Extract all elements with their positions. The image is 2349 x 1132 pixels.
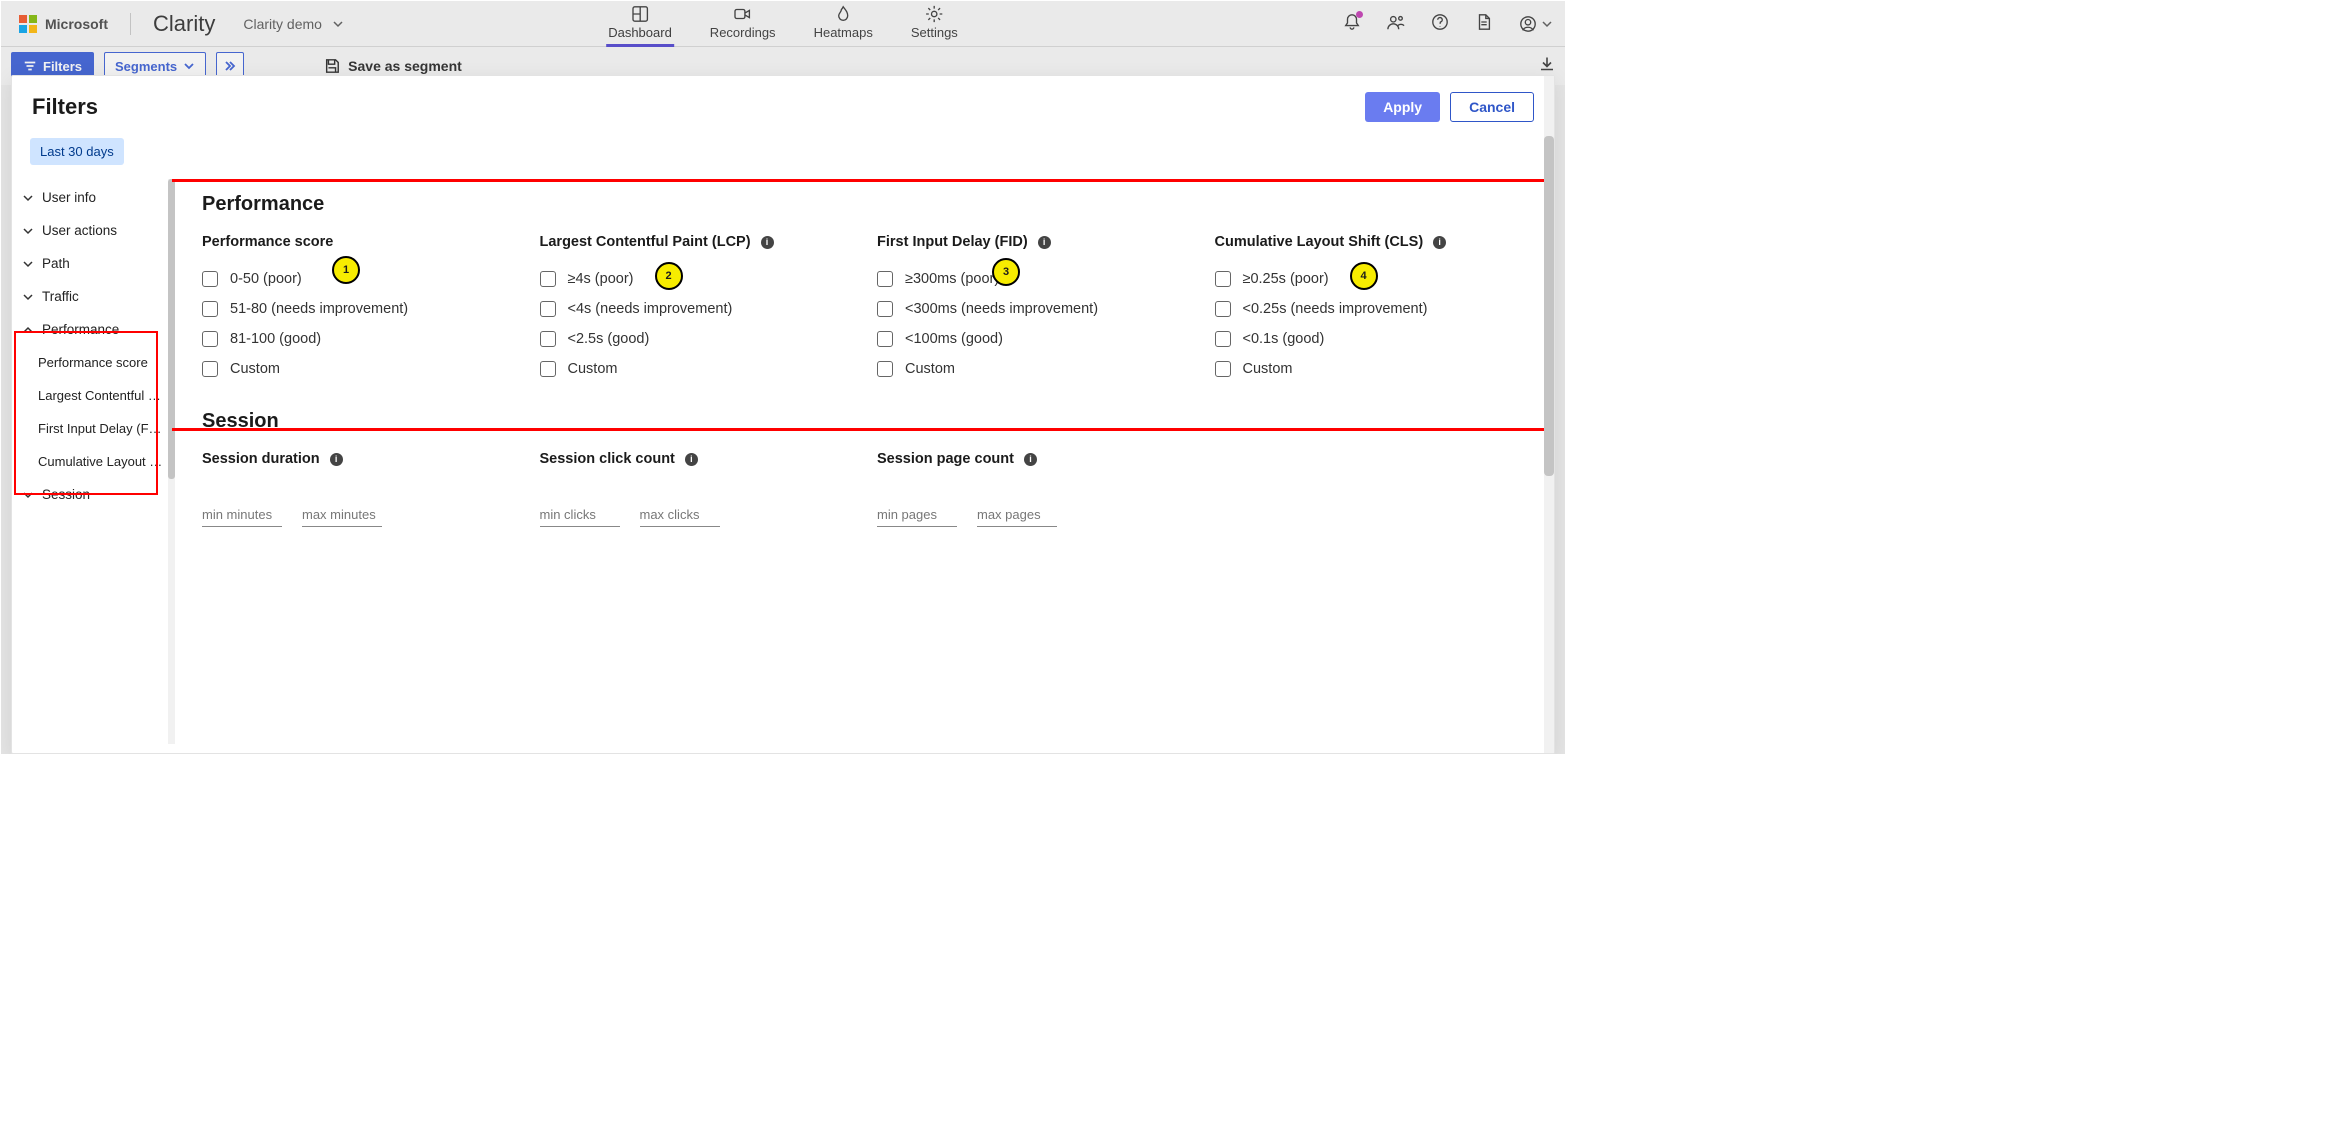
info-icon[interactable]: i xyxy=(1024,453,1037,466)
performance-grid: Performance score 0-50 (poor) 51-80 (nee… xyxy=(202,234,1532,384)
session-duration-title: Session durationi xyxy=(202,451,520,467)
perf-col-cls: Cumulative Layout Shift (CLS)i ≥0.25s (p… xyxy=(1215,234,1533,384)
checkbox[interactable] xyxy=(1215,271,1231,287)
session-pages-title: Session page counti xyxy=(877,451,1195,467)
checkbox[interactable] xyxy=(540,301,556,317)
checkbox[interactable] xyxy=(540,361,556,377)
session-col-duration: Session durationi xyxy=(202,451,520,527)
session-col-clicks: Session click counti xyxy=(540,451,858,527)
checkbox[interactable] xyxy=(202,361,218,377)
perf-score-opt-poor[interactable]: 0-50 (poor) xyxy=(202,264,520,294)
session-clicks-title: Session click counti xyxy=(540,451,858,467)
chevron-down-icon xyxy=(22,258,34,270)
fid-opt-needs[interactable]: <300ms (needs improvement) xyxy=(877,294,1195,324)
checkbox[interactable] xyxy=(540,271,556,287)
session-grid: Session durationi Session click counti xyxy=(202,451,1532,527)
filters-modal: Filters Apply Cancel Last 30 days User i… xyxy=(11,75,1555,754)
annotation-callout-1: 1 xyxy=(332,256,360,284)
session-pages-min-input[interactable] xyxy=(877,503,957,527)
info-icon[interactable]: i xyxy=(685,453,698,466)
checkbox[interactable] xyxy=(877,331,893,347)
lcp-opt-poor[interactable]: ≥4s (poor) xyxy=(540,264,858,294)
perf-col-fid: First Input Delay (FID)i ≥300ms (poor) <… xyxy=(877,234,1195,384)
checkbox[interactable] xyxy=(877,271,893,287)
fid-opt-good[interactable]: <100ms (good) xyxy=(877,324,1195,354)
chevron-down-icon xyxy=(22,225,34,237)
lcp-opt-custom[interactable]: Custom xyxy=(540,354,858,384)
checkbox[interactable] xyxy=(202,331,218,347)
apply-button[interactable]: Apply xyxy=(1365,92,1440,122)
lcp-opt-needs[interactable]: <4s (needs improvement) xyxy=(540,294,858,324)
checkbox[interactable] xyxy=(540,331,556,347)
sidebar-sub-fid[interactable]: First Input Delay (FID) xyxy=(12,412,171,445)
fid-opt-poor[interactable]: ≥300ms (poor) xyxy=(877,264,1195,294)
perf-score-opt-needs[interactable]: 51-80 (needs improvement) xyxy=(202,294,520,324)
lcp-title: Largest Contentful Paint (LCP)i xyxy=(540,234,858,250)
perf-col-score: Performance score 0-50 (poor) 51-80 (nee… xyxy=(202,234,520,384)
sidebar-item-user-info[interactable]: User info xyxy=(12,181,171,214)
sidebar-sub-lcp[interactable]: Largest Contentful Pain… xyxy=(12,379,171,412)
checkbox[interactable] xyxy=(1215,301,1231,317)
date-range-chip[interactable]: Last 30 days xyxy=(30,138,124,165)
sidebar-item-performance[interactable]: Performance xyxy=(12,313,171,346)
perf-score-title: Performance score xyxy=(202,234,520,250)
checkbox[interactable] xyxy=(202,301,218,317)
session-col-pages: Session page counti xyxy=(877,451,1195,527)
cancel-button[interactable]: Cancel xyxy=(1450,92,1534,122)
lcp-opt-good[interactable]: <2.5s (good) xyxy=(540,324,858,354)
chevron-down-icon xyxy=(22,489,34,501)
checkbox[interactable] xyxy=(1215,361,1231,377)
cls-opt-good[interactable]: <0.1s (good) xyxy=(1215,324,1533,354)
perf-col-lcp: Largest Contentful Paint (LCP)i ≥4s (poo… xyxy=(540,234,858,384)
sidebar-item-session[interactable]: Session xyxy=(12,478,171,511)
chevron-down-icon xyxy=(22,192,34,204)
fid-title: First Input Delay (FID)i xyxy=(877,234,1195,250)
cls-opt-needs[interactable]: <0.25s (needs improvement) xyxy=(1215,294,1533,324)
sidebar-item-path[interactable]: Path xyxy=(12,247,171,280)
perf-score-opt-good[interactable]: 81-100 (good) xyxy=(202,324,520,354)
sidebar-sub-cls[interactable]: Cumulative Layout Shif… xyxy=(12,445,171,478)
cls-title: Cumulative Layout Shift (CLS)i xyxy=(1215,234,1533,250)
chevron-up-icon xyxy=(22,324,34,336)
checkbox[interactable] xyxy=(877,361,893,377)
annotation-callout-4: 4 xyxy=(1350,262,1378,290)
cls-opt-custom[interactable]: Custom xyxy=(1215,354,1533,384)
checkbox[interactable] xyxy=(877,301,893,317)
section-title-performance: Performance xyxy=(202,189,1532,234)
perf-score-opt-custom[interactable]: Custom xyxy=(202,354,520,384)
sidebar-item-traffic[interactable]: Traffic xyxy=(12,280,171,313)
filter-sidebar: User info User actions Path Traffic Perf… xyxy=(12,179,172,744)
sidebar-item-user-actions[interactable]: User actions xyxy=(12,214,171,247)
chevron-down-icon xyxy=(22,291,34,303)
annotation-callout-3: 3 xyxy=(992,258,1020,286)
modal-scrollbar-thumb[interactable] xyxy=(1544,136,1554,476)
session-clicks-min-input[interactable] xyxy=(540,503,620,527)
section-title-session: Session xyxy=(202,384,1532,451)
info-icon[interactable]: i xyxy=(330,453,343,466)
modal-title: Filters xyxy=(32,94,98,120)
session-duration-max-input[interactable] xyxy=(302,503,382,527)
checkbox[interactable] xyxy=(1215,331,1231,347)
checkbox[interactable] xyxy=(202,271,218,287)
session-clicks-max-input[interactable] xyxy=(640,503,720,527)
filter-content: Performance Performance score 0-50 (poor… xyxy=(172,179,1554,744)
sidebar-sub-perf-score[interactable]: Performance score xyxy=(12,346,171,379)
info-icon[interactable]: i xyxy=(761,236,774,249)
annotation-callout-2: 2 xyxy=(655,262,683,290)
session-pages-max-input[interactable] xyxy=(977,503,1057,527)
info-icon[interactable]: i xyxy=(1038,236,1051,249)
fid-opt-custom[interactable]: Custom xyxy=(877,354,1195,384)
info-icon[interactable]: i xyxy=(1433,236,1446,249)
session-duration-min-input[interactable] xyxy=(202,503,282,527)
